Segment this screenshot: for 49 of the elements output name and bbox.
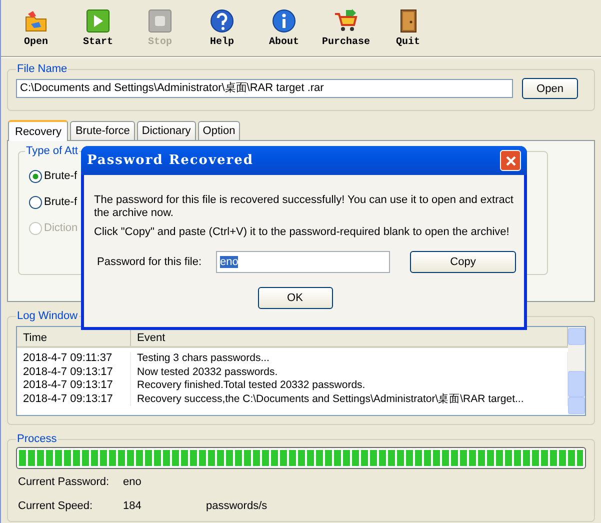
scroll-down-button[interactable] <box>568 396 585 414</box>
cart-icon <box>333 8 359 34</box>
message-text: Click "Copy" and paste (Ctrl+V) it to the password-required blank to open the archive! <box>94 226 510 239</box>
toolbar-button[interactable]: Open <box>5 8 67 56</box>
table-cell: 2018-4-7 09:13:17 <box>17 366 131 379</box>
group-label: Log Window <box>16 310 79 322</box>
info-icon <box>271 8 297 34</box>
scroll-up-button[interactable] <box>568 328 585 346</box>
close-button[interactable] <box>500 150 521 171</box>
tab[interactable]: Brute-force <box>70 121 135 140</box>
table-cell: 2018-4-7 09:13:17 <box>17 392 131 406</box>
radio-label: Diction <box>44 222 78 234</box>
field-label: Current Speed: <box>17 500 94 512</box>
folder-icon <box>23 8 49 34</box>
tab[interactable]: Option <box>198 121 240 140</box>
group-label: File Name <box>16 63 68 75</box>
toolbar-button[interactable]: About <box>253 8 315 56</box>
copy-button[interactable]: Copy <box>410 251 516 273</box>
stop-icon <box>147 8 173 34</box>
toolbar-button[interactable]: Purchase <box>315 8 377 56</box>
field-label: Current Password: <box>17 476 110 488</box>
radio-label: Brute-f <box>44 170 78 182</box>
password-field[interactable]: eno <box>216 251 390 273</box>
table-cell: 2018-4-7 09:13:17 <box>17 379 131 392</box>
message-text: The password for this file is recovered successfully! You can use it to open and extract the archive now. <box>94 194 514 220</box>
group-label: Process <box>16 433 58 445</box>
tab[interactable]: Recovery <box>8 120 68 141</box>
radio-button[interactable] <box>29 170 42 182</box>
table-cell: 2018-4-7 09:11:37 <box>17 352 131 366</box>
field-value: 184 <box>123 500 142 512</box>
tab[interactable]: Dictionary <box>136 121 196 140</box>
ok-button[interactable]: OK <box>258 287 332 309</box>
radio-button[interactable] <box>29 196 42 208</box>
scroll-thumb[interactable] <box>568 371 585 397</box>
field-value: eno <box>123 476 142 488</box>
scrollbar[interactable] <box>568 327 585 415</box>
group-label: Type of Att <box>25 145 79 157</box>
toolbar-button[interactable]: Help <box>191 8 253 56</box>
open-button[interactable]: Open <box>522 78 578 99</box>
close-icon <box>504 154 516 166</box>
radio-label: Brute-f <box>44 196 78 208</box>
field-label: Password for this file: <box>96 256 203 268</box>
unit-label: passwords/s <box>206 500 268 512</box>
play-icon <box>85 8 111 34</box>
help-icon <box>209 8 235 34</box>
file-path-field[interactable]: C:\Documents and Settings\Administrator\桌面\RAR target .rar <box>16 79 513 98</box>
toolbar-button[interactable]: Start <box>67 8 129 56</box>
dialog-title: Password Recovered <box>87 153 254 168</box>
toolbar-button[interactable]: Quit <box>377 8 439 56</box>
